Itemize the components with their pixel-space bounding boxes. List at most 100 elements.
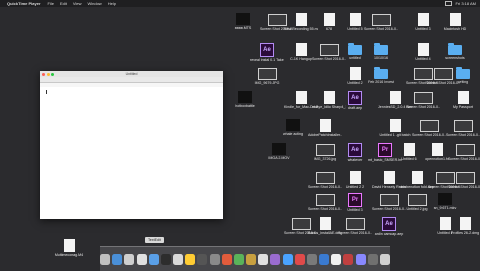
desktop-icon[interactable]: Macintosh HD xyxy=(438,13,472,31)
desktop-icon[interactable]: Bonus_InstallAE.dmg xyxy=(308,217,342,235)
dock-app-icon[interactable] xyxy=(185,253,196,265)
textedit-window[interactable]: Untitled xyxy=(40,71,223,219)
dock-app-icon[interactable] xyxy=(379,253,390,265)
desktop-icon-label: Profiles 26-2.dmg xyxy=(450,231,480,235)
dock-app-icon[interactable] xyxy=(160,253,171,265)
menu-edit[interactable]: Edit xyxy=(60,0,67,7)
menu-file[interactable]: File xyxy=(48,0,54,7)
dock-app-icon[interactable] xyxy=(306,253,317,265)
dock-app-icon[interactable] xyxy=(100,253,111,265)
desktop-icon[interactable]: hotboxbattle xyxy=(228,91,262,108)
desktop-icon[interactable]: Screen Shot 2016-0...4.30 AM xyxy=(448,143,480,161)
desktop-icon-label: Untitled 3 xyxy=(347,208,363,212)
desktop-icon[interactable]: Ae ardin camcap.aep xyxy=(372,217,406,236)
desktop-icon[interactable]: AdobePatchInstaller...dmg xyxy=(308,119,342,137)
screenshot-thumbnail-icon xyxy=(315,194,335,206)
dock-app-icon[interactable] xyxy=(197,253,208,265)
video-file-icon xyxy=(238,91,252,103)
screenshot-thumbnail-icon xyxy=(413,92,433,104)
desktop-icon[interactable]: Profiles 26-2.dmg xyxy=(448,217,480,235)
dock-app-icon[interactable] xyxy=(355,253,366,265)
desktop-icon[interactable]: Untitled 3 xyxy=(406,13,440,31)
dock-app-icon[interactable] xyxy=(282,253,293,265)
dock-app-icon[interactable] xyxy=(246,253,257,265)
menu-help[interactable]: Help xyxy=(108,0,116,7)
desktop-icon-label: draft.aep xyxy=(347,106,363,110)
desktop-icon[interactable]: Screen Shot 2016-0...5.54 AM xyxy=(308,171,342,189)
desktop-icon[interactable]: screenshots xyxy=(438,43,472,60)
desktop-icon-label: Screen Shot 2016-0...6.05 AM xyxy=(448,185,480,189)
dock-app-icon[interactable] xyxy=(233,253,244,265)
menu-view[interactable]: View xyxy=(73,0,82,7)
desktop-icon-label: Untitled 4 xyxy=(415,57,431,61)
desktop-icon[interactable]: whale acting xyxy=(276,119,310,136)
document-icon xyxy=(63,239,75,252)
dock-app-icon[interactable] xyxy=(148,253,159,265)
desktop-icon-label: IMG_3726.jpg xyxy=(313,157,337,161)
desktop-icon[interactable]: Untitled 1 -git batch xyxy=(378,119,412,137)
desktop-icon[interactable]: Untitled 2 2 xyxy=(338,171,372,189)
desktop-icon-label: IMGA 2.MOV xyxy=(268,156,290,160)
desktop-icon[interactable]: Untitled 4 xyxy=(406,43,440,61)
desktop-icon-label: IMG_9679.JPG xyxy=(254,81,280,85)
desktop-icon[interactable]: Pr Untitled 3 xyxy=(338,193,372,212)
screenshot-thumbnail-icon xyxy=(455,144,475,156)
desktop-icon-label: Multimeconag.M4 xyxy=(54,253,84,257)
screenshot-thumbnail-icon xyxy=(315,144,335,156)
desktop-icon[interactable]: writing xyxy=(446,67,480,84)
document-icon xyxy=(411,171,423,184)
dock-app-icon[interactable] xyxy=(209,253,220,265)
document-icon xyxy=(417,43,429,56)
desktop-icon[interactable]: ɵɵɵɵ.MTS xyxy=(226,13,260,30)
desktop-icon[interactable]: Aereveal instal 0.1 Take 2.aep xyxy=(250,43,284,62)
desktop-icon[interactable]: IMG_9679.JPG xyxy=(250,67,284,85)
clock[interactable]: Fri 3:18 AM xyxy=(456,0,476,7)
desktop-icon[interactable]: IMG_3726.jpg xyxy=(308,143,342,161)
menu-app-name[interactable]: QuickTime Player xyxy=(7,0,41,7)
battery-icon[interactable] xyxy=(444,1,452,6)
dock-app-icon[interactable] xyxy=(367,253,378,265)
screenshot-thumbnail-icon xyxy=(407,194,427,206)
dock-app-icon[interactable] xyxy=(270,253,281,265)
dock-app-icon[interactable] xyxy=(173,253,184,265)
document-icon xyxy=(295,43,307,56)
dock-app-icon[interactable] xyxy=(221,253,232,265)
desktop-icon[interactable]: Screen Shot 2016-0...5.42 PM xyxy=(412,119,446,137)
dock-app-icon[interactable] xyxy=(319,253,330,265)
video-file-icon xyxy=(286,119,300,131)
dock-app-icon[interactable] xyxy=(258,253,269,265)
desktop-icon[interactable]: Screen Shot 2016-0...4.22 AM xyxy=(308,193,342,211)
desktop-icon[interactable]: Screen Shot 2016-0...4.31 AM xyxy=(446,119,480,137)
desktop-icon[interactable]: Multimeconag.M4 xyxy=(52,239,86,257)
screenshot-thumbnail-icon xyxy=(315,172,335,184)
desktop-icon[interactable]: Screen Shot 2016-0...4.56 PM xyxy=(364,13,398,31)
window-titlebar[interactable]: Untitled xyxy=(40,71,223,77)
document-body[interactable] xyxy=(40,87,223,219)
dock-app-icon[interactable] xyxy=(331,253,342,265)
menu-bar: QuickTime Player File Edit View Window H… xyxy=(0,0,480,7)
dock-app-icon[interactable] xyxy=(124,253,135,265)
desktop-icon-label: Untitled 1 -git batch xyxy=(379,133,411,137)
desktop-icon[interactable]: Ae whatever xyxy=(338,143,372,162)
dock-app-icon[interactable] xyxy=(136,253,147,265)
desktop-icon[interactable]: 10/10/16 xyxy=(364,43,398,60)
text-caret xyxy=(46,90,47,94)
folder-icon xyxy=(374,43,388,55)
desktop-icon[interactable]: IMGA 2.MOV xyxy=(262,143,296,160)
desktop-icon-label: 10/10/16 xyxy=(374,56,388,60)
desktop-icon[interactable]: Screen Shot 2016-0...3.45 AM xyxy=(406,91,440,109)
dock-app-icon[interactable] xyxy=(343,253,354,265)
menu-window[interactable]: Window xyxy=(87,0,101,7)
desktop-icon[interactable]: Feb 2016 Invest xyxy=(364,67,398,84)
dock-app-icon[interactable] xyxy=(294,253,305,265)
after-effects-icon: Ae xyxy=(260,43,274,57)
desktop-icon[interactable]: My Passport xyxy=(446,91,480,109)
document-icon xyxy=(389,119,401,132)
desktop-icon-label: ɵɵɵɵ.MTS xyxy=(234,26,252,30)
desktop-icon[interactable]: sn_9:6T1.mkv xyxy=(428,193,462,210)
desktop-icon[interactable]: Ae draft.aep xyxy=(338,91,372,110)
screenshot-thumbnail-icon xyxy=(453,120,473,132)
desktop-icon[interactable]: Screen Shot 2016-0...6.05 AM xyxy=(448,171,480,189)
dock-app-icon[interactable] xyxy=(112,253,123,265)
desktop-icon[interactable]: Screen Shot 2016-0...5.10 AM xyxy=(338,217,372,235)
